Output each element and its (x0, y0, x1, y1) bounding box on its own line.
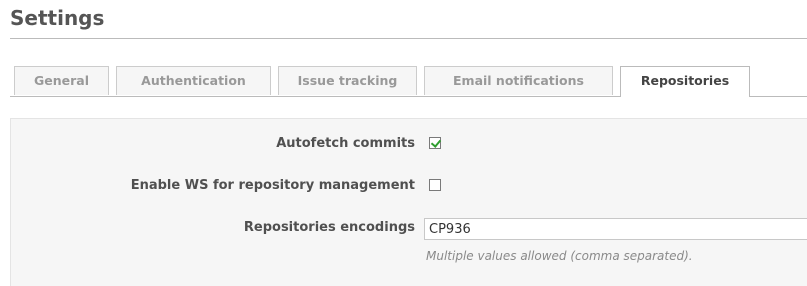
tab-authentication[interactable]: Authentication (116, 66, 271, 95)
tab-issue-tracking[interactable]: Issue tracking (278, 66, 417, 95)
page-title: Settings (10, 6, 105, 30)
settings-page: Settings General Authentication Issue tr… (0, 0, 807, 286)
repositories-encodings-input[interactable] (424, 218, 807, 240)
tab-general[interactable]: General (14, 66, 109, 95)
autofetch-commits-checkbox[interactable] (429, 137, 441, 149)
tab-email-notifications[interactable]: Email notifications (424, 66, 613, 95)
autofetch-commits-label: Autofetch commits (276, 136, 415, 151)
tab-repositories[interactable]: Repositories (620, 66, 750, 97)
repositories-encodings-label: Repositories encodings (243, 220, 415, 235)
encodings-hint: Multiple values allowed (comma separated… (426, 249, 693, 263)
enable-ws-label: Enable WS for repository management (130, 178, 415, 193)
enable-ws-checkbox[interactable] (429, 179, 441, 191)
settings-tabs: General Authentication Issue tracking Em… (10, 66, 807, 97)
title-divider (10, 38, 807, 39)
repositories-settings-panel: Autofetch commits Enable WS for reposito… (10, 118, 807, 286)
